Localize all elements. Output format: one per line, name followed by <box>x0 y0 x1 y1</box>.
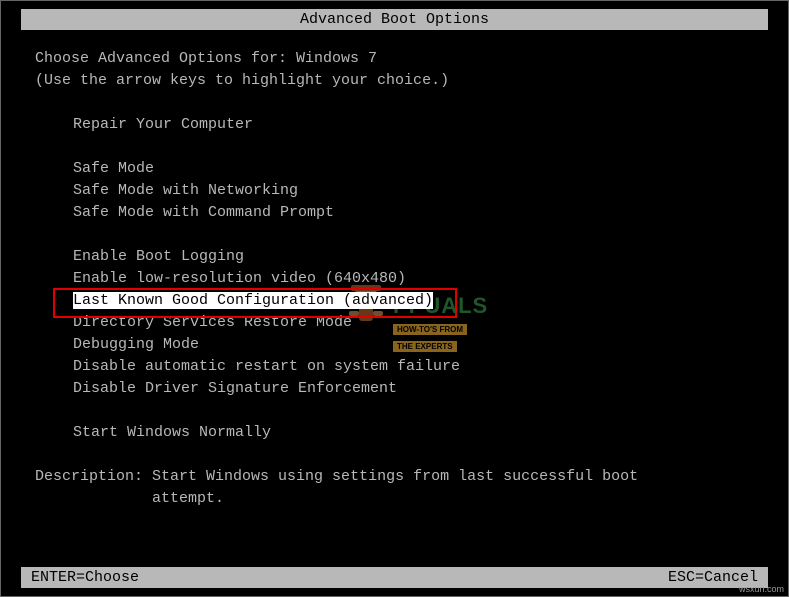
option-disable-driver-sig[interactable]: Disable Driver Signature Enforcement <box>35 378 768 400</box>
option-repair-computer[interactable]: Repair Your Computer <box>35 114 768 136</box>
option-safe-mode-networking[interactable]: Safe Mode with Networking <box>35 180 768 202</box>
option-boot-logging[interactable]: Enable Boot Logging <box>35 246 768 268</box>
option-last-known-good[interactable]: Last Known Good Configuration (advanced) <box>35 290 768 312</box>
option-debugging-mode[interactable]: Debugging Mode <box>35 334 768 356</box>
option-low-res-video[interactable]: Enable low-resolution video (640x480) <box>35 268 768 290</box>
option-safe-mode[interactable]: Safe Mode <box>35 158 768 180</box>
option-disable-auto-restart[interactable]: Disable automatic restart on system fail… <box>35 356 768 378</box>
title-bar: Advanced Boot Options <box>21 9 768 30</box>
description-text-1: Start Windows using settings from last s… <box>152 468 638 485</box>
description-text-2: attempt. <box>152 490 224 507</box>
option-start-normally[interactable]: Start Windows Normally <box>35 422 768 444</box>
option-safe-mode-cmd[interactable]: Safe Mode with Command Prompt <box>35 202 768 224</box>
footer-bar: ENTER=Choose ESC=Cancel <box>21 567 768 588</box>
title-text: Advanced Boot Options <box>300 11 489 28</box>
option-directory-services-restore[interactable]: Directory Services Restore Mode <box>35 312 768 334</box>
description-line-2: attempt. <box>35 488 768 510</box>
choose-line: Choose Advanced Options for: Windows 7 <box>35 48 768 70</box>
footer-enter: ENTER=Choose <box>31 569 139 586</box>
corner-watermark: wsxun.com <box>739 584 784 594</box>
os-name: Windows 7 <box>296 50 377 67</box>
instruction-line: (Use the arrow keys to highlight your ch… <box>35 70 768 92</box>
description-line-1: Description: Start Windows using setting… <box>35 466 768 488</box>
description-label: Description: <box>35 468 152 485</box>
